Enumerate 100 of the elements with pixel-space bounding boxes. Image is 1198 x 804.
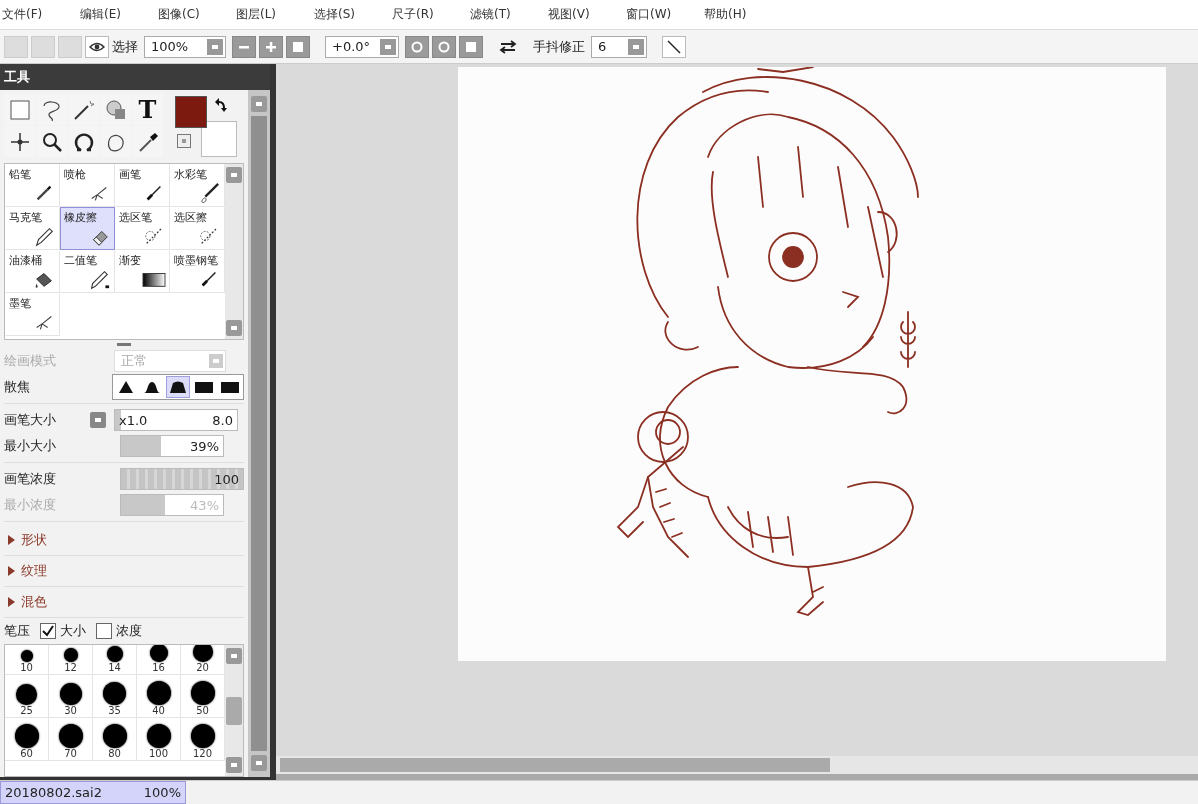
- collapsible-section[interactable]: 形状: [4, 525, 244, 556]
- brush-tool[interactable]: 画笔: [115, 164, 170, 207]
- brush-size-label: 10: [20, 662, 33, 673]
- menu-item[interactable]: 视图(V): [548, 6, 626, 23]
- brush-size-dot[interactable]: [192, 645, 213, 662]
- menu-item[interactable]: 图层(L): [236, 6, 314, 23]
- setting-label: 散焦: [4, 378, 31, 396]
- brush-size-dot[interactable]: [190, 724, 215, 748]
- menu-item[interactable]: 帮助(H): [704, 6, 782, 23]
- rotate-left-button[interactable]: [405, 35, 429, 58]
- setting-label: 画笔浓度: [4, 470, 57, 488]
- menu-item[interactable]: 图像(C): [158, 6, 236, 23]
- scrollbar-thumb[interactable]: [280, 758, 830, 772]
- brush-size-dot[interactable]: [102, 724, 127, 748]
- brush-size-dot[interactable]: [149, 645, 168, 662]
- scroll-up-button[interactable]: [226, 648, 242, 664]
- brush-size-dot[interactable]: [146, 681, 171, 705]
- collapsible-section[interactable]: 纹理: [4, 556, 244, 587]
- scroll-up-button[interactable]: [251, 96, 267, 112]
- scroll-down-button[interactable]: [226, 320, 242, 336]
- zoom-reset-button[interactable]: [286, 35, 310, 58]
- square-icon: [466, 41, 476, 52]
- scrollbar-thumb[interactable]: [226, 696, 242, 725]
- brush-tool[interactable]: 选区笔: [115, 207, 170, 250]
- brush-tool[interactable]: 喷枪: [60, 164, 115, 207]
- zoom-field[interactable]: 100%: [144, 35, 226, 58]
- brush-size-dot[interactable]: [58, 724, 83, 748]
- checkbox[interactable]: [96, 623, 112, 639]
- menu-item[interactable]: 文件(F): [2, 6, 80, 23]
- field-value: 100%: [151, 39, 189, 54]
- section-label: 形状: [21, 531, 47, 549]
- setting-label: 绘画模式: [4, 352, 57, 370]
- scrollbar[interactable]: [248, 90, 270, 777]
- view-toggle-button[interactable]: [85, 35, 109, 58]
- line-button[interactable]: [662, 35, 686, 58]
- brush-tool[interactable]: 铅笔: [5, 164, 60, 207]
- brush-size-dot[interactable]: [14, 724, 39, 748]
- brush-tool[interactable]: 马克笔: [5, 207, 60, 250]
- brush-size-label: 40: [152, 705, 165, 716]
- brush-tool[interactable]: 选区擦: [170, 207, 225, 250]
- dropdown-button[interactable]: [628, 38, 644, 55]
- brush-tool[interactable]: 喷墨钢笔: [170, 250, 225, 293]
- brush-size-label: 70: [64, 748, 77, 759]
- brush-tool[interactable]: 水彩笔: [170, 164, 225, 207]
- menu-item[interactable]: 滤镜(T): [470, 6, 548, 23]
- scroll-up-button[interactable]: [226, 167, 242, 183]
- scroll-down-button[interactable]: [226, 757, 242, 773]
- caret-icon: [633, 44, 639, 49]
- menu-item[interactable]: 选择(S): [314, 6, 392, 23]
- scrollbar[interactable]: [225, 645, 243, 776]
- brush-size-dot[interactable]: [146, 724, 171, 748]
- checkbox[interactable]: [40, 623, 56, 639]
- dropdown-button[interactable]: [380, 38, 396, 55]
- document-tab[interactable]: 20180802.sai2 100%: [0, 781, 186, 804]
- brush-tool[interactable]: 墨笔: [5, 293, 60, 336]
- brush-size-dot[interactable]: [16, 684, 37, 705]
- collapsible-section[interactable]: 混色: [4, 587, 244, 618]
- brush-size-dot[interactable]: [106, 646, 123, 662]
- brush-size-dot[interactable]: [63, 648, 78, 662]
- brush-tool[interactable]: 二值笔: [60, 250, 115, 293]
- brush-tool[interactable]: 油漆桶: [5, 250, 60, 293]
- caret-icon: [95, 418, 101, 422]
- brush-size-dot[interactable]: [20, 650, 33, 662]
- stabilizer-field[interactable]: 6: [591, 35, 647, 58]
- slider-value: 39%: [190, 438, 219, 454]
- menu-item[interactable]: 编辑(E): [80, 6, 158, 23]
- rotation-field[interactable]: +0.0°: [325, 35, 399, 58]
- scrollbar-thumb[interactable]: [251, 116, 267, 751]
- checkbox-label: 浓度: [116, 622, 142, 640]
- section-label: 混色: [21, 593, 47, 611]
- dropdown-button[interactable]: [207, 38, 223, 55]
- slider-value: 100: [214, 471, 239, 487]
- zoom-in-button[interactable]: [259, 35, 283, 58]
- menu-item[interactable]: 窗口(W): [626, 6, 704, 23]
- text-tool-glyph: T: [138, 95, 157, 124]
- rotate-right-button[interactable]: [432, 35, 456, 58]
- foreground-color-swatch[interactable]: [175, 96, 207, 128]
- edge-hardness-picker[interactable]: [112, 374, 244, 400]
- slider[interactable]: x1.0 8.0: [114, 409, 238, 431]
- brush-size-dot[interactable]: [190, 681, 215, 705]
- background-color-swatch[interactable]: [201, 121, 237, 157]
- menu-item[interactable]: 尺子(R): [392, 6, 470, 23]
- resize-grip[interactable]: [117, 342, 131, 346]
- scrollbar[interactable]: [276, 756, 1198, 774]
- brush-tool[interactable]: 渐变: [115, 250, 170, 293]
- multiplier-button[interactable]: [90, 412, 106, 428]
- brush-tool[interactable]: 橡皮擦: [60, 207, 115, 250]
- brush-size-label: 120: [192, 748, 213, 759]
- zoom-out-button[interactable]: [232, 35, 256, 58]
- slider[interactable]: 100: [120, 468, 244, 490]
- brush-size-dot[interactable]: [103, 682, 126, 705]
- stabilizer-label: 手抖修正: [533, 37, 585, 56]
- rotate-reset-button[interactable]: [459, 35, 483, 58]
- slider[interactable]: 39%: [120, 435, 224, 457]
- brush-size-label: 100: [148, 748, 169, 759]
- scrollbar[interactable]: [225, 164, 243, 339]
- scroll-down-button[interactable]: [251, 755, 267, 771]
- edge-option[interactable]: [166, 376, 190, 398]
- checkbox-label: 大小: [60, 622, 86, 640]
- brush-size-dot[interactable]: [59, 683, 82, 705]
